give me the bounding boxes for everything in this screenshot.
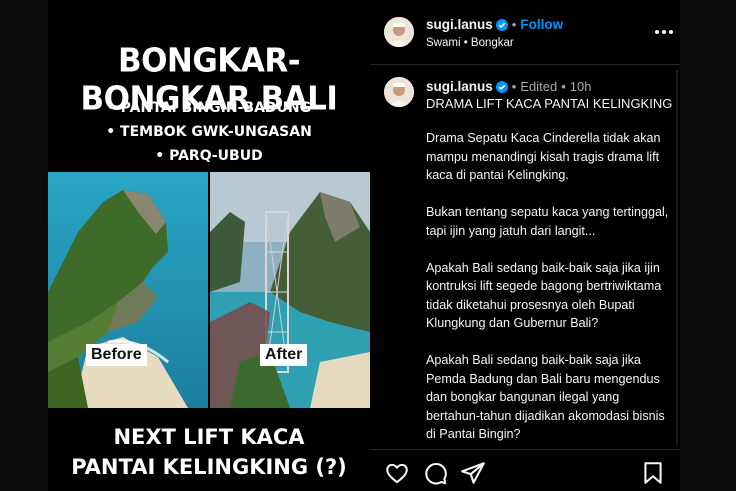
caption-username[interactable]: sugi.lanus	[426, 79, 493, 94]
avatar[interactable]	[384, 77, 414, 107]
after-photo: After	[210, 172, 370, 408]
heart-icon[interactable]	[384, 460, 410, 486]
post-side-panel: sugi.lanus • Follow Swami • Bongkar sugi.l…	[370, 0, 680, 491]
bookmark-icon[interactable]	[640, 460, 666, 486]
caption-title: DRAMA LIFT KACA PANTAI KELINGKING	[426, 96, 673, 111]
before-label: Before	[86, 344, 147, 366]
after-label: After	[260, 344, 308, 366]
caption-area: sugi.lanus • Edited • 10h DRAMA LIFT KACA PA…	[370, 66, 680, 449]
caption-paragraph: Apakah Bali sedang baik-baik saja jika i…	[426, 260, 662, 331]
image-bullet: • PANTAI BINGIN-BADUNG	[106, 100, 312, 116]
image-bottom-title: NEXT LIFT KACA PANTAI KELINGKING (?)	[48, 422, 370, 482]
post-image[interactable]: BONGKAR-BONGKAR BALI • PANTAI BINGIN-BAD…	[48, 0, 370, 491]
more-horizontal-icon[interactable]	[653, 22, 675, 42]
comment-icon[interactable]	[422, 460, 448, 486]
edited-label: Edited	[520, 79, 558, 94]
instagram-post-window: BONGKAR-BONGKAR BALI • PANTAI BINGIN-BAD…	[48, 0, 680, 491]
caption-paragraph: Drama Sepatu Kaca Cinderella tidak akan …	[426, 131, 661, 182]
header-subtitle: Swami • Bongkar	[426, 37, 514, 49]
header-username[interactable]: sugi.lanus	[426, 17, 493, 32]
header-user-line: sugi.lanus • Follow	[426, 16, 563, 36]
image-bullet: • PARQ-UBUD	[155, 148, 263, 164]
share-icon[interactable]	[460, 460, 486, 486]
separator-dot: •	[561, 79, 566, 94]
image-bottom-title-line: NEXT LIFT KACA	[113, 425, 305, 449]
separator-dot: •	[511, 17, 517, 32]
verified-badge-icon	[495, 18, 508, 36]
separator-dot: •	[511, 79, 517, 94]
follow-button[interactable]: Follow	[520, 17, 563, 32]
post-timestamp[interactable]: 10h	[570, 79, 592, 94]
caption-body: Drama Sepatu Kaca Cinderella tidak akan …	[426, 129, 676, 449]
caption-paragraph: Apakah Bali sedang baik-baik saja jika P…	[426, 353, 665, 441]
caption-user-line: sugi.lanus • Edited • 10h	[426, 78, 591, 98]
image-bullet-list: • PANTAI BINGIN-BADUNG • TEMBOK GWK-UNGA…	[48, 96, 370, 168]
caption-paragraph: Bukan tentang sepatu kaca yang tertingga…	[426, 205, 669, 238]
caption-scrollbar[interactable]	[674, 66, 680, 449]
image-bottom-title-line: PANTAI KELINGKING (?)	[71, 455, 347, 479]
image-bullet: • TEMBOK GWK-UNGASAN	[106, 124, 312, 140]
action-bar	[370, 449, 680, 491]
before-photo: Before	[48, 172, 208, 408]
post-header: sugi.lanus • Follow Swami • Bongkar	[370, 0, 680, 65]
avatar[interactable]	[384, 17, 414, 47]
